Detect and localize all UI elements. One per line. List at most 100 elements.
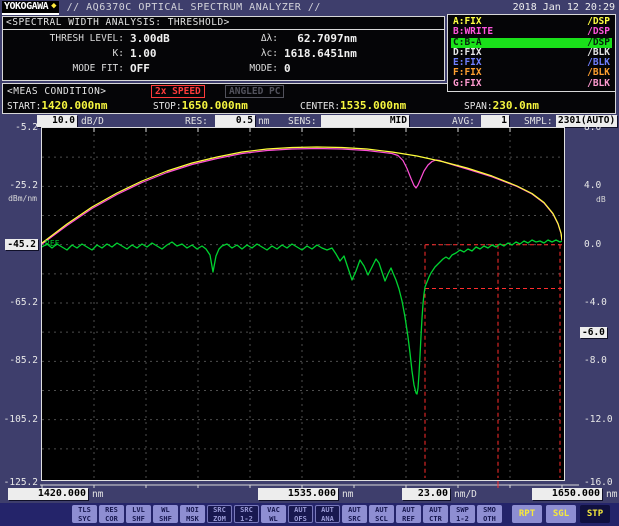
softkey-wl-shf[interactable]: WLSHF [153,505,178,523]
softkey-label-line1: SRC [235,506,258,515]
stop-label: STOP: [153,101,182,112]
softkey-label-line2: SCL [369,515,394,524]
thresh-level-value: 3.00dB [124,31,221,46]
lambda-c-label: λc: [221,46,278,61]
x-axis-values-row: 1420.000 nm 1535.000 nm 23.00 nm/D 1650.… [0,488,619,502]
softkey-label-line1: LVL [126,506,151,515]
softkey-label-line2: CTR [423,515,448,524]
softkey-label-line2: MSK [180,515,205,524]
stp-sweep-button[interactable]: STP [580,505,610,523]
start-wavelength-unit: nm [92,489,103,500]
span-value: 230.0nm [493,99,539,112]
softkey-label-line1: AUT [369,506,394,515]
lambda-c-value: 1618.6451nm [278,46,426,61]
softkey-label-line2: ZOM [208,515,231,524]
softkey-label-line2: OTH [477,515,502,524]
res-label: RES: [185,116,208,127]
trace-name: G:FIX [453,79,482,89]
softkey-noi-msk[interactable]: NOIMSK [180,505,205,523]
softkey-label-line1: SWP [450,506,475,515]
diamond-icon: ◆ [51,1,56,12]
y-axis-left-unit: dBm/nm [8,194,37,203]
res-field[interactable]: 0.5 [215,115,255,127]
softkey-aut-src[interactable]: AUTSRC [342,505,367,523]
softkey-res-cor[interactable]: RESCOR [99,505,124,523]
softkey-src-1-2[interactable]: SRC1-2 [234,505,259,523]
softkey-aut-ctr[interactable]: AUTCTR [423,505,448,523]
y-axis-right-label: -4.0 [584,297,607,308]
softkey-label-line1: SMO [477,506,502,515]
level-scale-field[interactable]: 10.0 [37,115,77,127]
smpl-label: SMPL: [524,116,553,127]
softkey-label-line1: AUT [342,506,367,515]
softkey-smo-oth[interactable]: SMOOTH [477,505,502,523]
softkey-label-line1: NOI [180,506,205,515]
y-axis-left: dBm/nm -5.2-25.2-45.2-65.2-85.2-105.2-12… [0,0,38,479]
y-axis-right-label: 0.0 [584,239,601,250]
softkey-label-line1: AUT [316,506,339,515]
rpt-sweep-button[interactable]: RPT [512,505,542,523]
softkey-label-line2: 1-2 [450,515,475,524]
trace-row-g[interactable]: G:FIX/BLK [451,79,612,89]
center-wavelength-field[interactable]: 1535.000 [258,488,338,500]
softkey-label-line2: OFS [289,515,312,524]
res-unit: nm [258,116,269,127]
sweep-action-keys: RPTSGLSTP [512,505,610,523]
delta-lambda-label: Δλ: [221,31,278,46]
stop-wavelength-unit: nm [606,489,617,500]
softkey-label-line2: 1-2 [235,515,258,524]
softkey-label-line1: WL [153,506,178,515]
avg-label: AVG: [452,116,475,127]
softkey-vac-wl[interactable]: VACWL [261,505,286,523]
trace-status-panel: A:FIX/DSPB:WRITE/DSPC:B-A/DSPD:FIX/BLKE:… [447,14,616,92]
mode-label: MODE: [221,61,278,76]
softkey-swp-1-2[interactable]: SWP1-2 [450,505,475,523]
sens-field[interactable]: MID [321,115,409,127]
y-axis-left-label: -105.2 [4,414,38,425]
softkey-label-line2: SYC [72,515,97,524]
y-axis-right-label: 4.0 [584,180,601,191]
stop-wavelength-field[interactable]: 1650.000 [532,488,602,500]
trace-display-status: /BLK [587,79,610,89]
softkey-label-line2: SRC [342,515,367,524]
softkey-aut-ofs[interactable]: AUTOFS [288,505,313,523]
softkey-lvl-shf[interactable]: LVLSHF [126,505,151,523]
mode-fit-value: OFF [124,61,221,76]
plot-svg: REF [42,128,562,478]
softkey-tls-syc[interactable]: TLSSYC [72,505,97,523]
level-scale-unit: dB/D [81,116,104,127]
center-wavelength-unit: nm [342,489,353,500]
softkey-aut-ref[interactable]: AUTREF [396,505,421,523]
analysis-title: <SPECTRAL WIDTH ANALYSIS: THRESHOLD> [3,17,444,30]
scale-per-div-field[interactable]: 23.00 [402,488,450,500]
y-axis-right-marker-label: -6.0 [580,327,607,338]
softkey-label-line2: SHF [126,515,151,524]
softkey-aut-ana[interactable]: AUTANA [315,505,340,523]
softkey-aut-scl[interactable]: AUTSCL [369,505,394,523]
header-bar: YOKOGAWA ◆ // AQ6370C OPTICAL SPECTRUM A… [0,0,619,15]
softkey-label-line1: AUT [423,506,448,515]
mode-value: 0 [278,61,426,76]
sgl-sweep-button[interactable]: SGL [546,505,576,523]
stop-value: 1650.000nm [182,99,248,112]
start-wavelength-field[interactable]: 1420.000 [8,488,88,500]
y-axis-left-label: -85.2 [9,355,38,366]
speed-2x-badge: 2x SPEED [151,85,205,98]
softkeys: TLSSYCRESCORLVLSHFWLSHFNOIMSKSRCZOMSRC1-… [72,505,502,523]
scale-per-div-unit: nm/D [454,489,477,500]
softkey-src-zom[interactable]: SRCZOM [207,505,232,523]
y-axis-left-label: -45.2 [5,239,38,250]
stop-field: STOP: 1650.000nm [153,99,248,112]
softkey-label-line1: SRC [208,506,231,515]
sens-label: SENS: [288,116,317,127]
avg-field[interactable]: 1 [481,115,509,127]
softkey-label-line1: VAC [261,506,286,515]
span-field: SPAN: 230.0nm [464,99,539,112]
softkey-label-line2: COR [99,515,124,524]
ref-level-label: REF [45,239,60,248]
softkey-bar: TLSSYCRESCORLVLSHFWLSHFNOIMSKSRCZOMSRC1-… [0,503,619,526]
y-axis-left-label: -25.2 [9,180,38,191]
center-field: CENTER: 1535.000nm [300,99,406,112]
osa-screen: YOKOGAWA ◆ // AQ6370C OPTICAL SPECTRUM A… [0,0,619,526]
y-axis-right-label: 8.0 [584,122,601,133]
